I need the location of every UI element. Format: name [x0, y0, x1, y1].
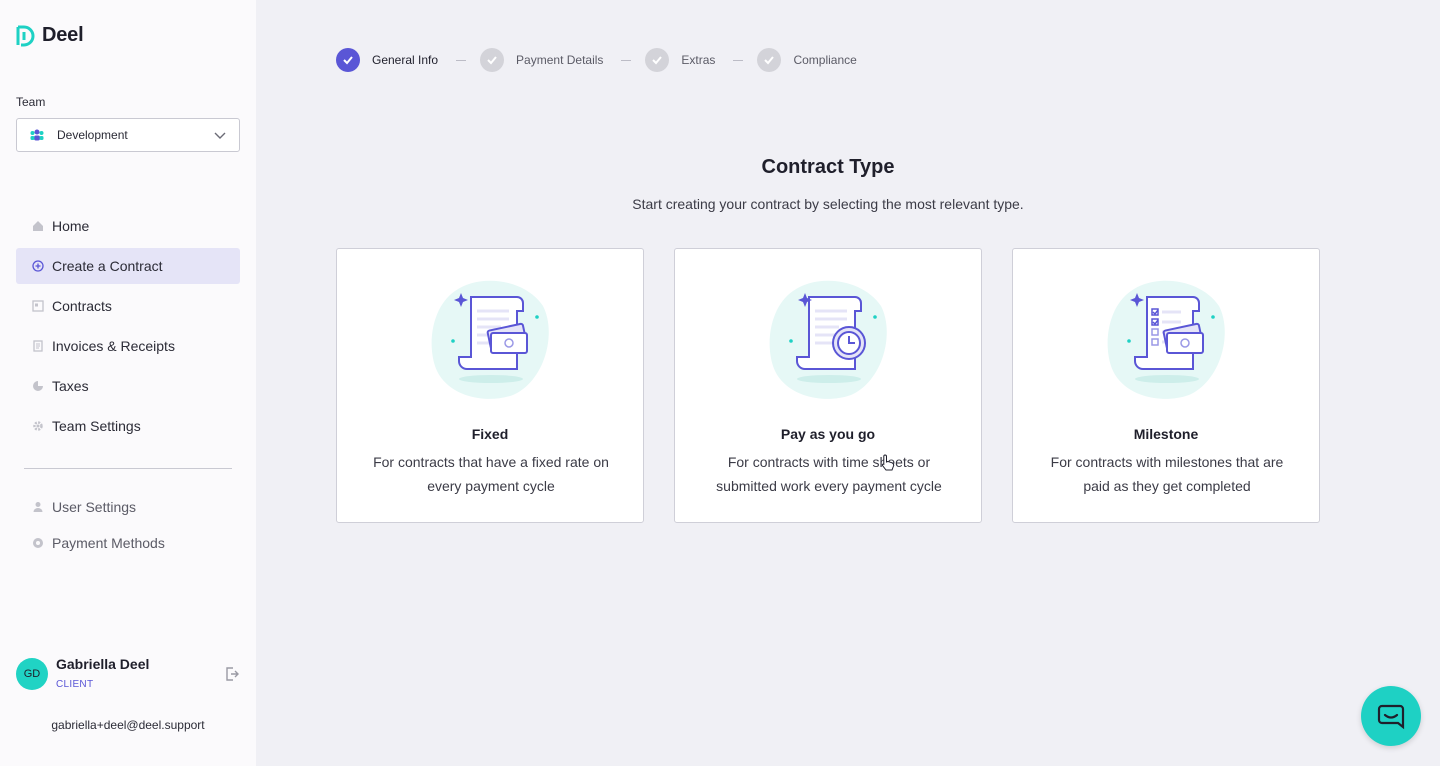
user-profile: GD Gabriella Deel CLIENT	[16, 656, 240, 696]
nav-item-label: Team Settings	[52, 418, 141, 434]
sidebar-divider	[24, 468, 232, 469]
chat-launcher-button[interactable]	[1361, 686, 1421, 746]
contract-type-card-pay-as-you-go[interactable]: Pay as you go For contracts with time sh…	[674, 248, 982, 523]
step-label: Payment Details	[516, 53, 604, 67]
step-payment-details[interactable]: Payment Details	[480, 48, 603, 72]
step-separator	[733, 59, 744, 61]
plus-circle-icon	[32, 260, 44, 272]
nav-item-taxes[interactable]: Taxes	[16, 368, 240, 404]
nav-item-create-contract[interactable]: Create a Contract	[16, 248, 240, 284]
step-separator	[456, 59, 467, 61]
nav-item-label: Home	[52, 218, 90, 234]
secondary-nav: User Settings Payment Methods	[16, 489, 240, 561]
pie-chart-icon	[33, 381, 43, 391]
chevron-down-icon	[214, 132, 226, 139]
logout-icon[interactable]	[224, 666, 240, 682]
home-icon	[33, 221, 43, 231]
payment-icon	[33, 538, 43, 548]
check-circle-icon	[336, 48, 360, 72]
nav-item-label: Payment Methods	[52, 535, 165, 551]
invoice-icon	[33, 340, 43, 352]
team-select[interactable]: Development	[16, 118, 240, 152]
page-subtitle: Start creating your contract by selectin…	[632, 196, 1024, 212]
nav-item-label: Taxes	[52, 378, 89, 394]
check-circle-icon	[480, 48, 505, 72]
deel-logo-icon	[16, 25, 35, 46]
step-label: Compliance	[793, 53, 857, 67]
brand-name: Deel	[42, 24, 84, 46]
nav-item-team-settings[interactable]: Team Settings	[16, 408, 240, 444]
user-icon	[33, 502, 43, 512]
contract-type-card-milestone[interactable]: Milestone For contracts with milestones …	[1012, 248, 1320, 523]
card-title: Pay as you go	[780, 426, 876, 442]
step-label: General Info	[372, 53, 439, 67]
contract-type-card-fixed[interactable]: Fixed For contracts that have a fixed ra…	[336, 248, 644, 523]
nav-item-label: User Settings	[52, 499, 137, 515]
progress-stepper: General Info Payment Details Extras Comp…	[336, 48, 857, 72]
step-compliance[interactable]: Compliance	[757, 48, 857, 72]
page-title: Contract Type	[761, 156, 895, 178]
sidebar: Deel Team Development Home Create a Cont…	[0, 0, 256, 766]
nav-item-payment-methods[interactable]: Payment Methods	[16, 525, 240, 561]
step-label: Extras	[681, 53, 716, 67]
nav-item-label: Invoices & Receipts	[52, 338, 175, 354]
nav-item-label: Contracts	[52, 298, 112, 314]
card-title: Milestone	[1133, 426, 1199, 442]
nav-item-invoices[interactable]: Invoices & Receipts	[16, 328, 240, 364]
gear-icon	[33, 421, 43, 431]
payg-contract-icon	[769, 280, 887, 399]
avatar[interactable]: GD	[16, 658, 48, 690]
contract-icon	[32, 300, 44, 312]
card-description: For contracts with time sheets or submit…	[716, 454, 942, 494]
nav-item-user-settings[interactable]: User Settings	[16, 489, 240, 525]
team-label: Team	[16, 95, 46, 109]
check-circle-icon	[757, 48, 782, 72]
check-circle-icon	[645, 48, 670, 72]
team-select-value: Development	[57, 128, 128, 142]
card-description: For contracts that have a fixed rate on …	[373, 454, 609, 494]
nav-item-label: Create a Contract	[52, 258, 163, 274]
user-role: CLIENT	[56, 679, 94, 690]
nav-item-contracts[interactable]: Contracts	[16, 288, 240, 324]
step-separator	[621, 59, 632, 61]
user-email: gabriella+deel@deel.support	[51, 718, 205, 732]
pointer-cursor-icon	[881, 454, 895, 471]
fixed-contract-icon	[431, 280, 549, 399]
team-people-icon	[30, 129, 44, 141]
milestone-contract-icon	[1107, 280, 1225, 399]
deel-logo[interactable]: Deel	[16, 24, 84, 47]
step-general-info[interactable]: General Info	[336, 48, 438, 72]
nav-item-home[interactable]: Home	[16, 208, 240, 244]
chat-icon	[1377, 704, 1405, 730]
main-nav: Home Create a Contract Contracts Invoice…	[16, 208, 240, 448]
card-title: Fixed	[471, 426, 509, 442]
card-description: For contracts with milestones that are p…	[1050, 454, 1284, 494]
user-name: Gabriella Deel	[56, 656, 150, 672]
step-extras[interactable]: Extras	[645, 48, 715, 72]
